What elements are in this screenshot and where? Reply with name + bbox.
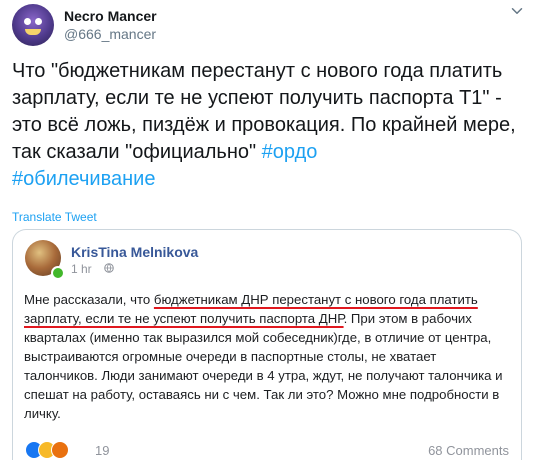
avatar-eye: [24, 18, 31, 25]
hashtag-ordo[interactable]: #ордо: [262, 141, 318, 163]
comments-count: 68 Comments: [428, 443, 509, 458]
post-author-name: KrisTina Melnikova: [71, 244, 199, 260]
user-avatar[interactable]: [12, 4, 54, 46]
online-status-icon: [51, 266, 65, 280]
post-time: 1 hr: [71, 262, 92, 276]
angry-icon: [51, 441, 69, 459]
avatar-mouth: [25, 29, 41, 35]
post-text-intro: Мне рассказали, что: [24, 292, 154, 307]
post-text: Мне рассказали, что бюджетникам ДНР пере…: [24, 290, 512, 423]
user-handle[interactable]: @666_mancer: [64, 26, 156, 42]
chevron-down-icon[interactable]: [508, 2, 526, 20]
reaction-count: 19: [95, 443, 110, 458]
translate-tweet-link[interactable]: Translate Tweet: [12, 210, 97, 224]
display-name[interactable]: Necro Mancer: [64, 8, 157, 24]
tweet: Necro Mancer @666_mancer Что "бюджетника…: [0, 0, 535, 460]
avatar-eye: [35, 18, 42, 25]
post-text-rest: . При этом в рабочих кварталах (именно т…: [24, 311, 503, 421]
embedded-image-card[interactable]: KrisTina Melnikova 1 hr Мне рассказали, …: [12, 229, 522, 460]
hashtag-obilechivanie[interactable]: #обилечивание: [12, 168, 155, 190]
globe-icon: [104, 263, 114, 273]
tweet-text: Что "бюджетникам перестанут с нового год…: [12, 58, 527, 193]
